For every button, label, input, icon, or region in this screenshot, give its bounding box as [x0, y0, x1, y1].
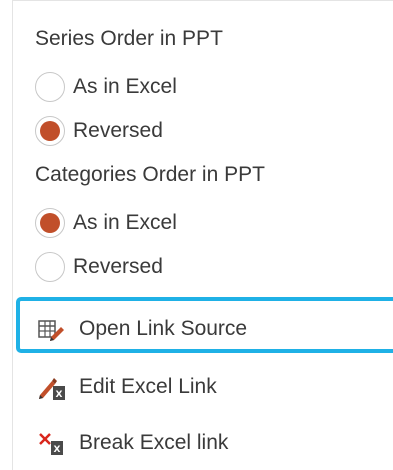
series-order-reversed-radio[interactable]: [35, 116, 65, 146]
svg-text:X: X: [56, 390, 63, 400]
series-order-as-in-excel-radio[interactable]: [35, 72, 65, 102]
break-excel-link-label: Break Excel link: [79, 431, 229, 454]
series-order-heading: Series Order in PPT: [35, 27, 223, 50]
open-link-source-label: Open Link Source: [79, 317, 248, 340]
open-link-source-button[interactable]: Open Link Source: [37, 311, 247, 347]
edit-excel-link-button[interactable]: X Edit Excel Link: [37, 369, 217, 405]
categories-order-as-in-excel-option[interactable]: As in Excel: [35, 205, 177, 241]
chart-link-menu: Series Order in PPT As in Excel Reversed…: [12, 0, 393, 470]
categories-order-as-in-excel-radio[interactable]: [35, 208, 65, 238]
series-order-reversed-option[interactable]: Reversed: [35, 113, 163, 149]
series-order-as-in-excel-option[interactable]: As in Excel: [35, 69, 177, 105]
svg-text:X: X: [54, 445, 61, 455]
categories-order-reversed-option[interactable]: Reversed: [35, 249, 163, 285]
categories-order-as-in-excel-label: As in Excel: [73, 211, 177, 234]
edit-excel-link-label: Edit Excel Link: [79, 375, 217, 398]
table-edit-icon: [37, 315, 67, 343]
series-order-reversed-label: Reversed: [73, 119, 163, 142]
series-order-as-in-excel-label: As in Excel: [73, 75, 177, 98]
break-excel-link-button[interactable]: X Break Excel link: [37, 425, 228, 461]
categories-order-reversed-radio[interactable]: [35, 252, 65, 282]
break-excel-link-icon: X: [37, 429, 67, 457]
edit-excel-link-icon: X: [37, 373, 67, 401]
categories-order-reversed-label: Reversed: [73, 255, 163, 278]
categories-order-heading: Categories Order in PPT: [35, 163, 265, 186]
